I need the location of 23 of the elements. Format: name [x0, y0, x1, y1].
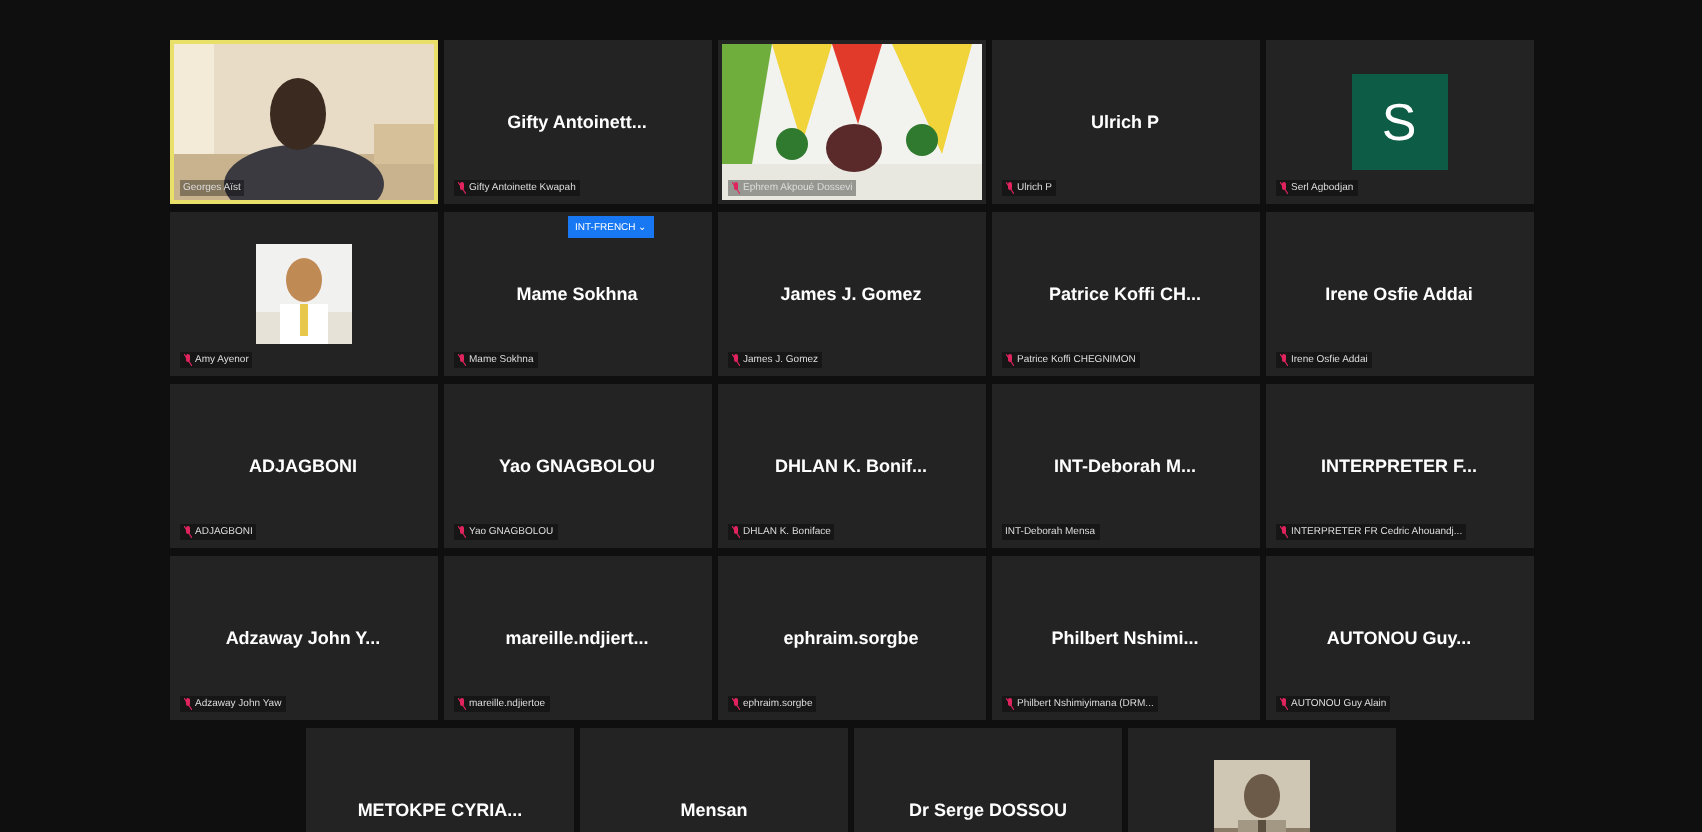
participant-name: Mame Sokhna — [516, 284, 638, 304]
participant-name: INT-Deborah M... — [1053, 456, 1196, 476]
participant-name: Mensan — [680, 800, 748, 820]
participant-name: Irene Osfie Addai — [1325, 284, 1473, 304]
participant-name: INTERPRETER F... — [1320, 456, 1477, 476]
participant-name: METOKPE CYRIA... — [357, 800, 523, 820]
participant-name: ephraim.sorgbe — [783, 628, 919, 648]
participant-tile[interactable]: METOKPE CYRIA... — [306, 728, 574, 832]
avatar-initial: S — [1351, 74, 1447, 170]
participant-name: mareille.ndjiert... — [505, 628, 649, 648]
participant-name: Yao GNAGBOLOU — [498, 456, 655, 476]
participant-tile[interactable]: Mensan — [580, 728, 848, 832]
participant-name: DHLAN K. Bonif... — [775, 456, 927, 476]
participant-name: AUTONOU Guy... — [1326, 628, 1472, 648]
participant-name: Adzaway John Y... — [225, 628, 381, 648]
participant-name: Philbert Nshimi... — [1051, 628, 1199, 648]
participant-name: Dr Serge DOSSOU — [908, 800, 1068, 820]
participant-name: Gifty Antoinett... — [507, 112, 647, 132]
participant-name: James J. Gomez — [780, 284, 922, 304]
participant-name: Ulrich P — [1090, 112, 1159, 132]
participant-name: Patrice Koffi CH... — [1048, 284, 1201, 304]
participant-tile[interactable]: Dr Serge DOSSOU — [854, 728, 1122, 832]
participant-name: ADJAGBONI — [248, 456, 357, 476]
